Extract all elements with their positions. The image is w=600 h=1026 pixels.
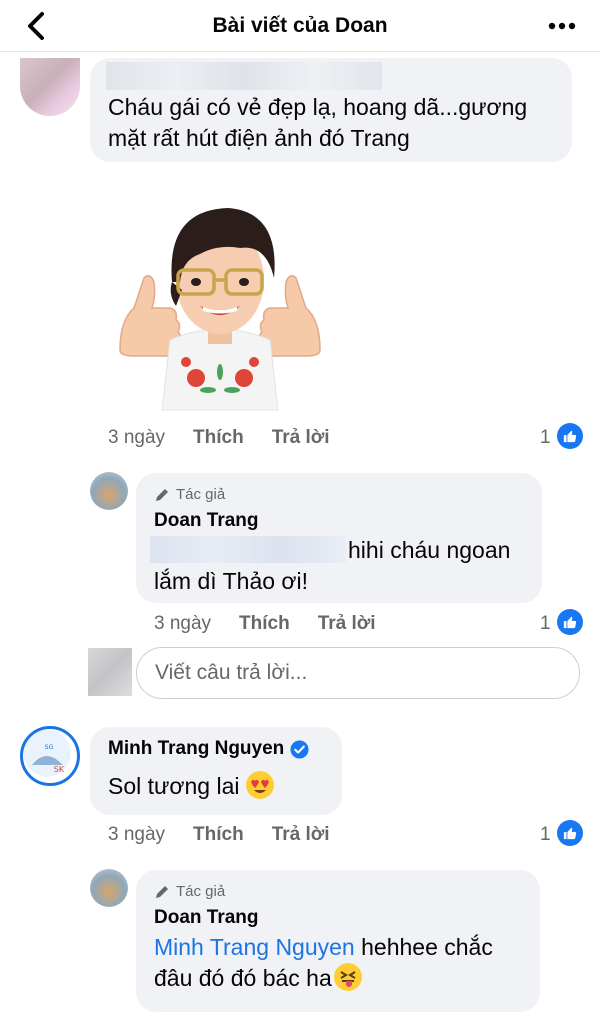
more-icon[interactable] <box>548 22 576 30</box>
reply-time: 3 ngày <box>154 613 212 634</box>
comment-meta: 3 ngày Thích Trả lời <box>108 824 330 846</box>
author-row: Minh Trang Nguyen <box>108 738 309 760</box>
comment-meta: 3 ngày Thích Trả lời <box>108 427 330 449</box>
like-action[interactable]: Thích <box>239 613 290 634</box>
like-icon[interactable] <box>557 609 583 635</box>
svg-text:SG: SG <box>45 744 54 751</box>
reply-text: hihi cháu ngoan lắm dì Thảo ơi! <box>154 537 511 594</box>
author-name[interactable]: Doan Trang <box>154 907 259 929</box>
reaction-count[interactable]: 1 <box>540 824 551 846</box>
avatar[interactable] <box>90 869 128 907</box>
comment-time: 3 ngày <box>108 427 166 448</box>
current-user-avatar <box>88 648 132 696</box>
comment-bubble: Cháu gái có vẻ đẹp lạ, hoang dã...gương … <box>90 58 572 162</box>
reaction-count[interactable]: 1 <box>540 613 551 635</box>
author-name[interactable]: Doan Trang <box>154 510 259 532</box>
avatar[interactable] <box>90 472 128 510</box>
reply-text: Minh Trang Nguyen hehhee chắc đâu đó đó … <box>154 934 493 991</box>
heart-eyes-emoji <box>245 771 274 799</box>
reply-bubble: Tác giả Doan Trang Minh Trang Nguyen heh… <box>136 870 540 1012</box>
comment-text: Sol tương lai <box>108 771 274 802</box>
page-title: Bài viết của Doan <box>212 14 388 37</box>
reply-action[interactable]: Trả lời <box>318 613 376 634</box>
comment-text: Cháu gái có vẻ đẹp lạ, hoang dã...gương … <box>108 94 528 151</box>
reply-action[interactable]: Trả lời <box>272 824 330 845</box>
reply-action[interactable]: Trả lời <box>272 427 330 448</box>
reply-input[interactable]: Viết câu trả lời... <box>136 647 580 699</box>
like-action[interactable]: Thích <box>193 427 244 448</box>
top-bar: Bài viết của Doan <box>0 0 600 52</box>
svg-text:SK: SK <box>54 764 65 774</box>
avatar-sticker <box>119 208 321 411</box>
verified-icon <box>290 739 309 759</box>
pencil-icon <box>156 885 168 898</box>
author-tag: Tác giả <box>154 486 225 503</box>
author-tag: Tác giả <box>154 883 225 900</box>
blurred-author-name[interactable] <box>106 62 382 90</box>
author-name[interactable]: Minh Trang Nguyen <box>108 738 284 760</box>
like-icon[interactable] <box>557 820 583 846</box>
mention-link[interactable]: Minh Trang Nguyen <box>154 934 355 960</box>
reply-bubble: Tác giả Doan Trang hihi cháu ngoan lắm d… <box>136 473 542 603</box>
comment-bubble: Minh Trang Nguyen Sol tương lai <box>90 727 342 815</box>
pencil-icon <box>156 488 168 501</box>
comment-time: 3 ngày <box>108 824 166 845</box>
tongue-emoji <box>333 963 362 991</box>
avatar[interactable]: SG SK <box>20 726 80 786</box>
like-action[interactable]: Thích <box>193 824 244 845</box>
like-icon[interactable] <box>557 423 583 449</box>
reaction-count[interactable]: 1 <box>540 427 551 449</box>
avatar[interactable] <box>20 58 80 116</box>
reply-meta: 3 ngày Thích Trả lời <box>154 613 376 635</box>
